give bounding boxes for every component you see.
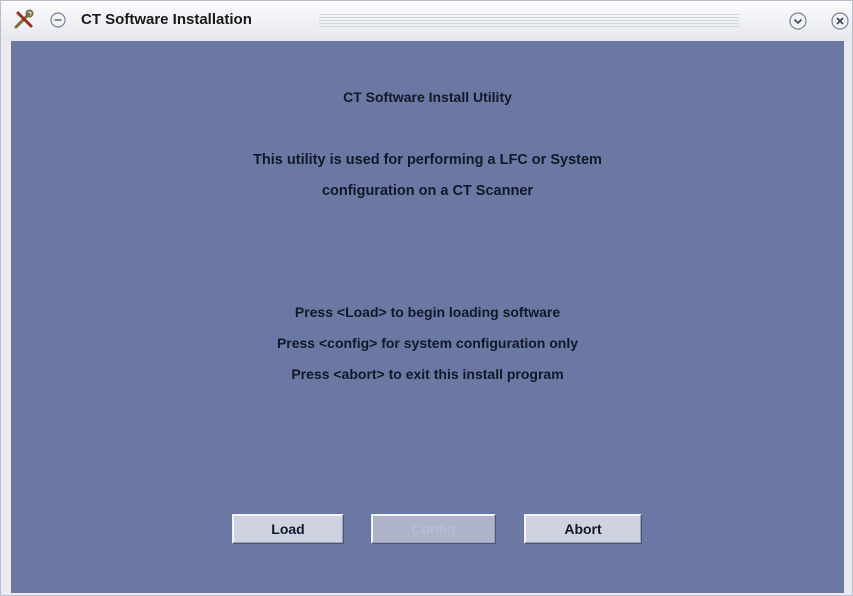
description-line-2: configuration on a CT Scanner: [321, 183, 534, 199]
instruction-load: Press <Load> to begin loading software: [294, 304, 561, 320]
description-line-1: This utility is used for performing a LF…: [253, 152, 602, 168]
content-panel: CT Software Install Utility This utility…: [11, 41, 844, 593]
window-menu-icon[interactable]: [50, 12, 66, 28]
config-button[interactable]: Config: [371, 514, 496, 544]
title-bar-rule: [319, 14, 739, 28]
abort-button[interactable]: Abort: [524, 514, 642, 544]
instruction-abort: Press <abort> to exit this install progr…: [291, 366, 564, 382]
install-window: CT Software Installation CT Software Ins…: [0, 0, 853, 596]
minimize-icon[interactable]: [789, 12, 807, 30]
close-icon[interactable]: [831, 12, 849, 30]
title-bar[interactable]: CT Software Installation: [1, 1, 852, 41]
window-title: CT Software Installation: [81, 11, 252, 28]
tools-icon[interactable]: [13, 9, 35, 31]
page-heading: CT Software Install Utility: [343, 89, 512, 105]
load-button[interactable]: Load: [232, 514, 344, 544]
instruction-config: Press <config> for system configuration …: [276, 335, 579, 351]
